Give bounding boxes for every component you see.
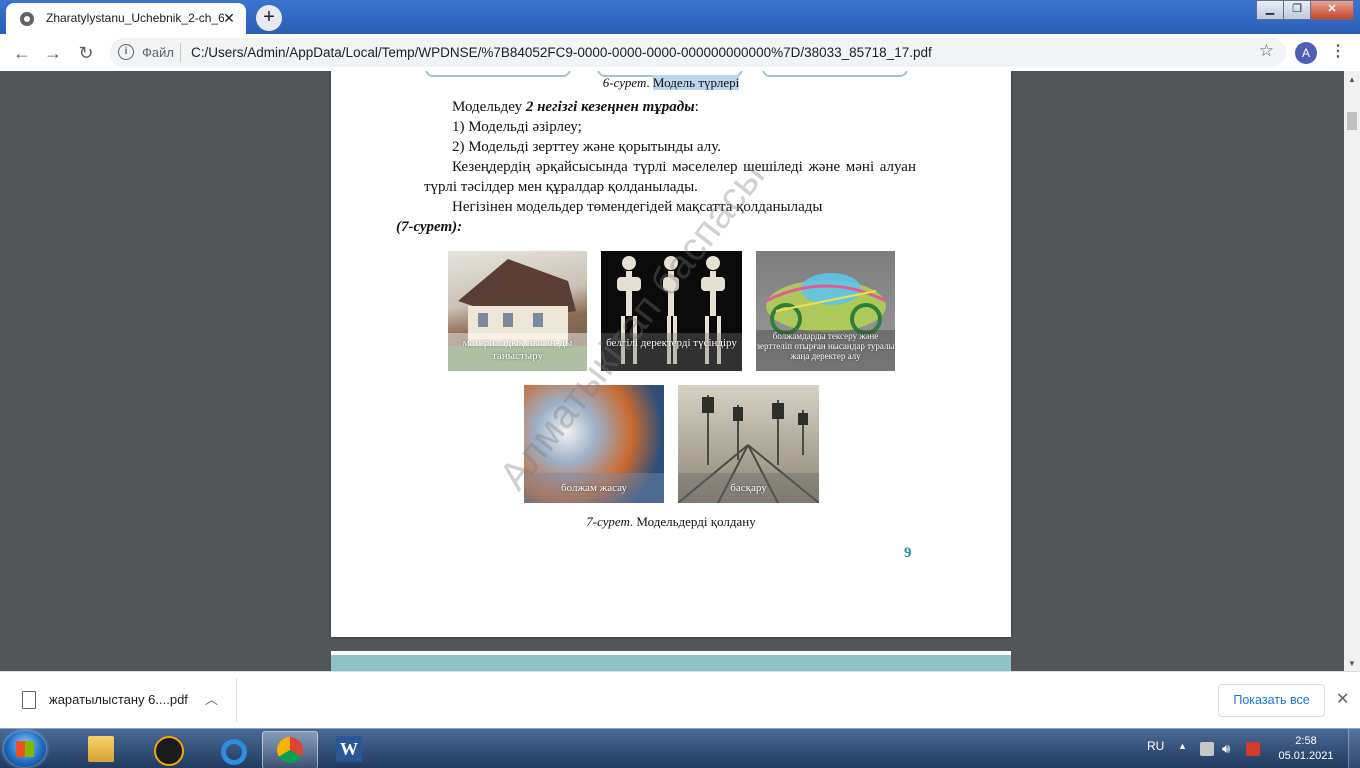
clock-time: 2:58	[1295, 735, 1317, 747]
new-tab-button[interactable]: +	[256, 5, 282, 31]
figure6-caption: 6-сурет. Модель түрлері	[602, 75, 740, 90]
show-all-button[interactable]: Показать все	[1218, 684, 1325, 717]
pdf-viewer[interactable]: 6-сурет. Модель түрлері Модельдеу 2 негі…	[0, 71, 1344, 671]
house-model-image: материалдық нысан-ды таныстыру	[448, 251, 587, 371]
reload-icon[interactable]: ↻	[74, 41, 98, 65]
chevron-up-icon[interactable]: ︿	[205, 689, 218, 708]
next-pdf-page	[331, 651, 1011, 671]
tab-close-icon[interactable]: ✕	[220, 9, 238, 27]
bookmark-star-icon[interactable]: ☆	[1259, 41, 1274, 61]
address-bar[interactable]: i Файл C:/Users/Admin/AppData/Local/Temp…	[110, 38, 1286, 67]
network-icon[interactable]	[1246, 742, 1260, 756]
word-icon: W	[336, 736, 362, 762]
browser-toolbar: ← → ↻ i Файл C:/Users/Admin/AppData/Loca…	[0, 34, 1360, 72]
body-text: Модельдеу 2 негізгі кезеңнен тұрады: 1) …	[396, 97, 916, 237]
scroll-up-icon[interactable]: ▲	[1348, 75, 1356, 84]
figure6-number: 6-сурет	[602, 75, 647, 90]
figure6-title-selected: Модель түрлері	[652, 75, 740, 90]
tab-strip: Zharatylystanu_Uchebnik_2-ch_6 ✕ + ▁ ❐ ✕	[0, 0, 1360, 34]
profile-avatar[interactable]: A	[1295, 42, 1317, 64]
maximize-button[interactable]: ❐	[1283, 0, 1311, 20]
figure7-caption: 7-сурет. Модельдерді қолдану	[586, 514, 756, 529]
taskbar-word[interactable]: W	[322, 731, 376, 767]
menu-dots-icon[interactable]: ⋮	[1330, 41, 1346, 65]
download-bar: жаратылыстану 6....pdf ︿ Показать все ✕	[0, 671, 1360, 729]
close-icon[interactable]: ✕	[1336, 689, 1349, 709]
globe-icon	[20, 12, 34, 26]
tab-title: Zharatylystanu_Uchebnik_2-ch_6	[46, 11, 224, 25]
download-file-name[interactable]: жаратылыстану 6....pdf	[49, 692, 188, 707]
divider	[180, 43, 181, 62]
tray-expand-icon[interactable]: ▲	[1178, 741, 1187, 751]
page-number: 9	[904, 545, 912, 561]
taskbar-internet-explorer[interactable]	[204, 731, 258, 767]
taskbar: W RU ▲ 🔊︎ 2:58 05.01.2021	[0, 728, 1360, 768]
info-icon[interactable]: i	[118, 44, 134, 60]
image-caption: басқару	[678, 473, 819, 503]
window-controls: ▁ ❐ ✕	[1256, 0, 1354, 20]
url-text[interactable]: C:/Users/Admin/AppData/Local/Temp/WPDNSE…	[191, 45, 932, 60]
scrollbar-thumb[interactable]	[1347, 112, 1357, 130]
ie-icon	[221, 739, 247, 765]
image-caption: болжамдарды тексеру және зерттеліп отырғ…	[756, 330, 895, 371]
windows-logo-icon	[16, 741, 34, 757]
close-window-button[interactable]: ✕	[1310, 0, 1354, 20]
app-triangle-icon	[154, 736, 184, 766]
list-item: 1) Модельді әзірлеу;	[452, 119, 582, 135]
paragraph: Негізінен модельдер төмендегідей мақсатт…	[396, 199, 823, 235]
clock-date: 05.01.2021	[1278, 750, 1334, 762]
chrome-icon	[277, 737, 303, 763]
forward-arrow-icon[interactable]: →	[41, 41, 65, 65]
image-caption: материалдық нысан-ды таныстыру	[448, 333, 587, 371]
file-icon	[22, 691, 36, 709]
taskbar-app-ravenstone[interactable]	[140, 731, 194, 767]
railway-image: басқару	[678, 385, 819, 503]
paragraph: Кезеңдердің әрқайсысында түрлі мәселелер…	[424, 159, 916, 195]
scheme-label: Файл	[142, 45, 174, 60]
volume-icon[interactable]: 🔊︎	[1222, 742, 1236, 756]
taskbar-chrome[interactable]	[262, 731, 318, 768]
language-indicator[interactable]: RU	[1147, 739, 1164, 753]
scroll-down-icon[interactable]: ▼	[1348, 659, 1356, 668]
flag-icon[interactable]	[1200, 742, 1214, 756]
image-caption: болжам жасау	[524, 473, 664, 503]
pdf-page: 6-сурет. Модель түрлері Модельдеу 2 негі…	[331, 71, 1011, 637]
back-arrow-icon[interactable]: ←	[10, 41, 34, 65]
divider	[236, 678, 237, 722]
clock[interactable]: 2:58 05.01.2021	[1276, 734, 1336, 764]
figure7-number: 7-сурет	[586, 514, 630, 529]
show-desktop-button[interactable]	[1348, 729, 1360, 768]
vertical-scrollbar[interactable]: ▲ ▼	[1344, 71, 1360, 671]
figure7-title: Модельдерді қолдану	[636, 514, 756, 529]
taskbar-explorer[interactable]	[74, 731, 128, 767]
minimize-button[interactable]: ▁	[1256, 0, 1284, 20]
paragraph: Модельдеу 2 негізгі кезеңнен тұрады:	[452, 99, 699, 115]
folder-icon	[88, 736, 114, 762]
browser-tab[interactable]: Zharatylystanu_Uchebnik_2-ch_6 ✕	[6, 3, 246, 34]
list-item: 2) Модельді зерттеу және қорытынды алу.	[452, 139, 721, 155]
start-button[interactable]	[4, 731, 46, 767]
car-model-image: болжамдарды тексеру және зерттеліп отырғ…	[756, 251, 895, 371]
